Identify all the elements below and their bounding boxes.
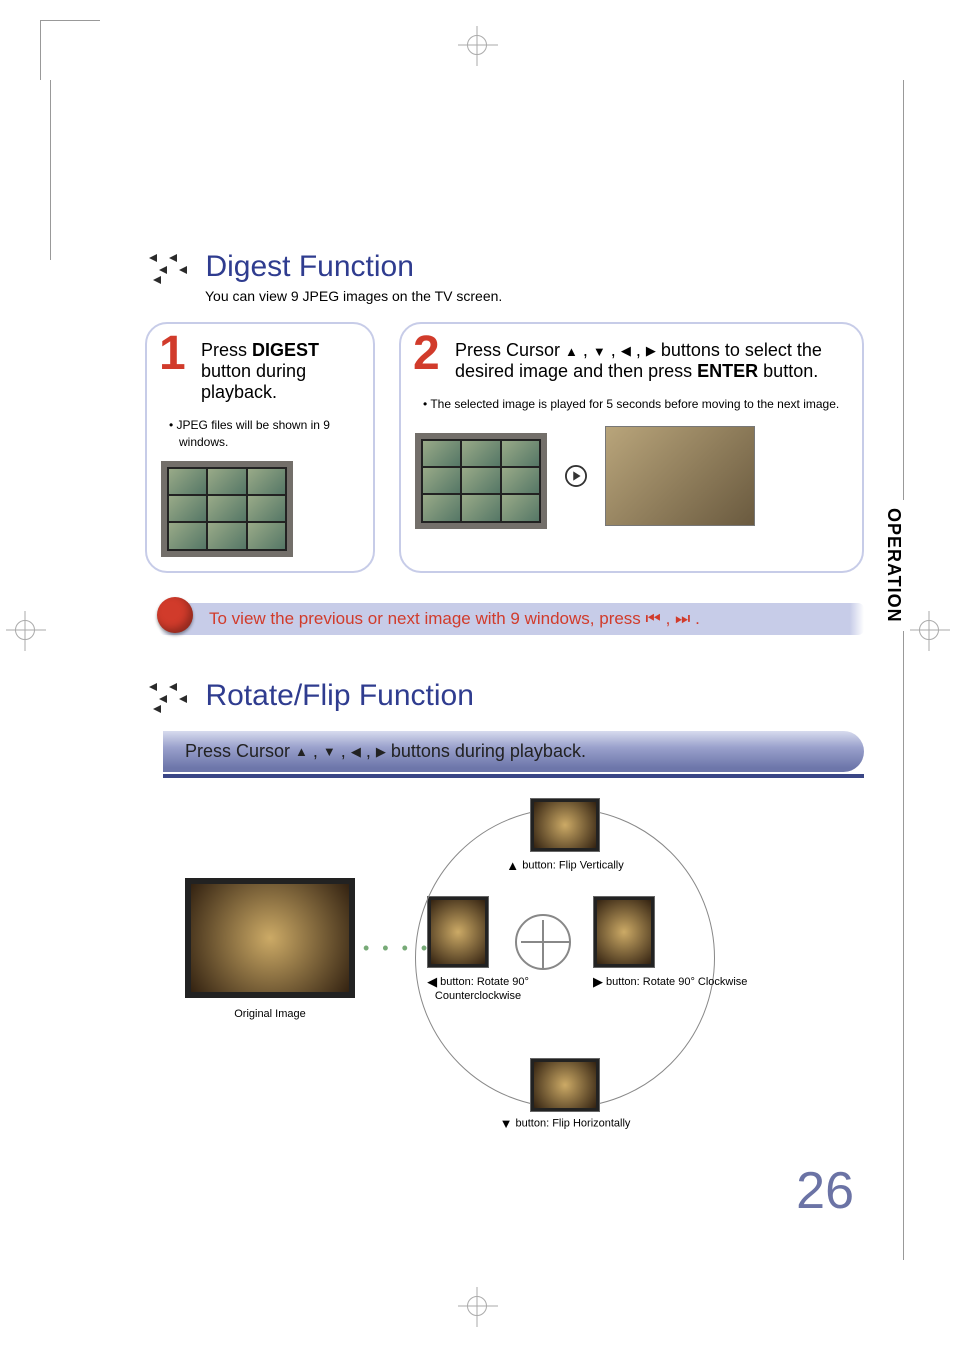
registration-mark-icon <box>15 620 35 640</box>
flip-vertical-label: ▲ button: Flip Vertically <box>435 858 695 873</box>
text: button: Flip Vertically <box>519 859 624 871</box>
skip-back-icon: ⏮ <box>646 609 661 628</box>
text: button: Rotate 90° Counterclockwise <box>435 976 529 1002</box>
step-1-note: • JPEG files will be shown in 9 windows. <box>169 417 359 451</box>
flip-horizontal-label: ▼ button: Flip Horizontally <box>435 1116 695 1131</box>
section-tab: OPERATION <box>883 500 904 631</box>
crop-line <box>50 80 51 260</box>
rotate-ccw-label: ◀ button: Rotate 90° Counterclockwise <box>403 974 553 1002</box>
arrow-up-icon: ▲ <box>565 344 578 359</box>
text: . <box>695 609 700 628</box>
arrow-down-icon: ▼ <box>593 344 606 359</box>
crop-mark <box>40 20 100 80</box>
result-arrow-icon <box>565 465 587 487</box>
section-subtitle: You can view 9 JPEG images on the TV scr… <box>205 288 864 304</box>
text: button: Rotate 90° Clockwise <box>603 976 747 988</box>
text: button: Flip Horizontally <box>512 1117 630 1129</box>
arrow-left-icon: ◀ <box>427 974 437 990</box>
section-bullet-icon <box>145 679 189 713</box>
rotate-instruction: Press Cursor ▲ , ▼ , ◀ , ▶ buttons durin… <box>163 731 864 772</box>
manual-page: OPERATION Digest Function You can view 9… <box>0 0 954 1351</box>
step-1-instruction: Press DIGEST button during playback. <box>201 340 359 403</box>
arrow-down-icon: ▼ <box>500 1116 513 1131</box>
page-number: 26 <box>796 1161 854 1221</box>
arrow-down-icon: ▼ <box>323 744 336 759</box>
arrow-right-icon: ▶ <box>376 744 386 760</box>
step-number: 2 <box>413 330 440 378</box>
arrow-right-icon: ▶ <box>593 974 603 990</box>
original-image <box>185 878 355 998</box>
nine-window-thumbnail <box>415 433 547 529</box>
text: button. <box>758 361 818 381</box>
section-bullet-icon <box>145 250 189 284</box>
arrow-right-icon: ▶ <box>646 343 656 359</box>
selected-image-preview <box>605 426 755 526</box>
text: Press Cursor <box>455 340 565 360</box>
prev-next-hint: To view the previous or next image with … <box>159 603 864 635</box>
text: button during playback. <box>201 361 306 402</box>
registration-mark-icon <box>467 35 487 55</box>
registration-mark-icon <box>919 620 939 640</box>
arrow-left-icon: ◀ <box>621 343 631 359</box>
arrow-up-icon: ▲ <box>506 858 519 873</box>
digest-button-label: DIGEST <box>252 340 319 360</box>
text: Press <box>201 340 252 360</box>
arrow-up-icon: ▲ <box>295 744 308 759</box>
rotate-cw-label: ▶ button: Rotate 90° Clockwise <box>593 974 793 990</box>
step-2-block: 2 Press Cursor ▲ , ▼ , ◀ , ▶ buttons to … <box>399 322 864 573</box>
section-rotate-flip: Rotate/Flip Function Press Cursor ▲ , ▼ … <box>145 679 864 1128</box>
step-2-note: • The selected image is played for 5 sec… <box>423 396 848 413</box>
crop-line <box>903 80 904 1260</box>
section-title: Digest Function <box>205 250 413 284</box>
step-2-instruction: Press Cursor ▲ , ▼ , ◀ , ▶ buttons to se… <box>455 340 848 382</box>
enter-button-label: ENTER <box>697 361 758 381</box>
original-image-label: Original Image <box>185 1008 355 1020</box>
text: To view the previous or next image with … <box>209 609 646 628</box>
step-number: 1 <box>159 330 186 378</box>
step-1-block: 1 Press DIGEST button during playback. •… <box>145 322 375 573</box>
arrow-left-icon: ◀ <box>351 744 361 760</box>
flipped-vertical-image <box>530 798 600 852</box>
section-title: Rotate/Flip Function <box>205 679 473 713</box>
flipped-horizontal-image <box>530 1058 600 1112</box>
registration-mark-icon <box>467 1296 487 1316</box>
nine-window-thumbnail <box>161 461 293 557</box>
rotate-flip-diagram: Original Image • • • • • • • ▲ button: F… <box>145 808 864 1128</box>
skip-forward-icon: ⏭ <box>675 609 690 628</box>
section-digest: Digest Function You can view 9 JPEG imag… <box>145 250 864 635</box>
